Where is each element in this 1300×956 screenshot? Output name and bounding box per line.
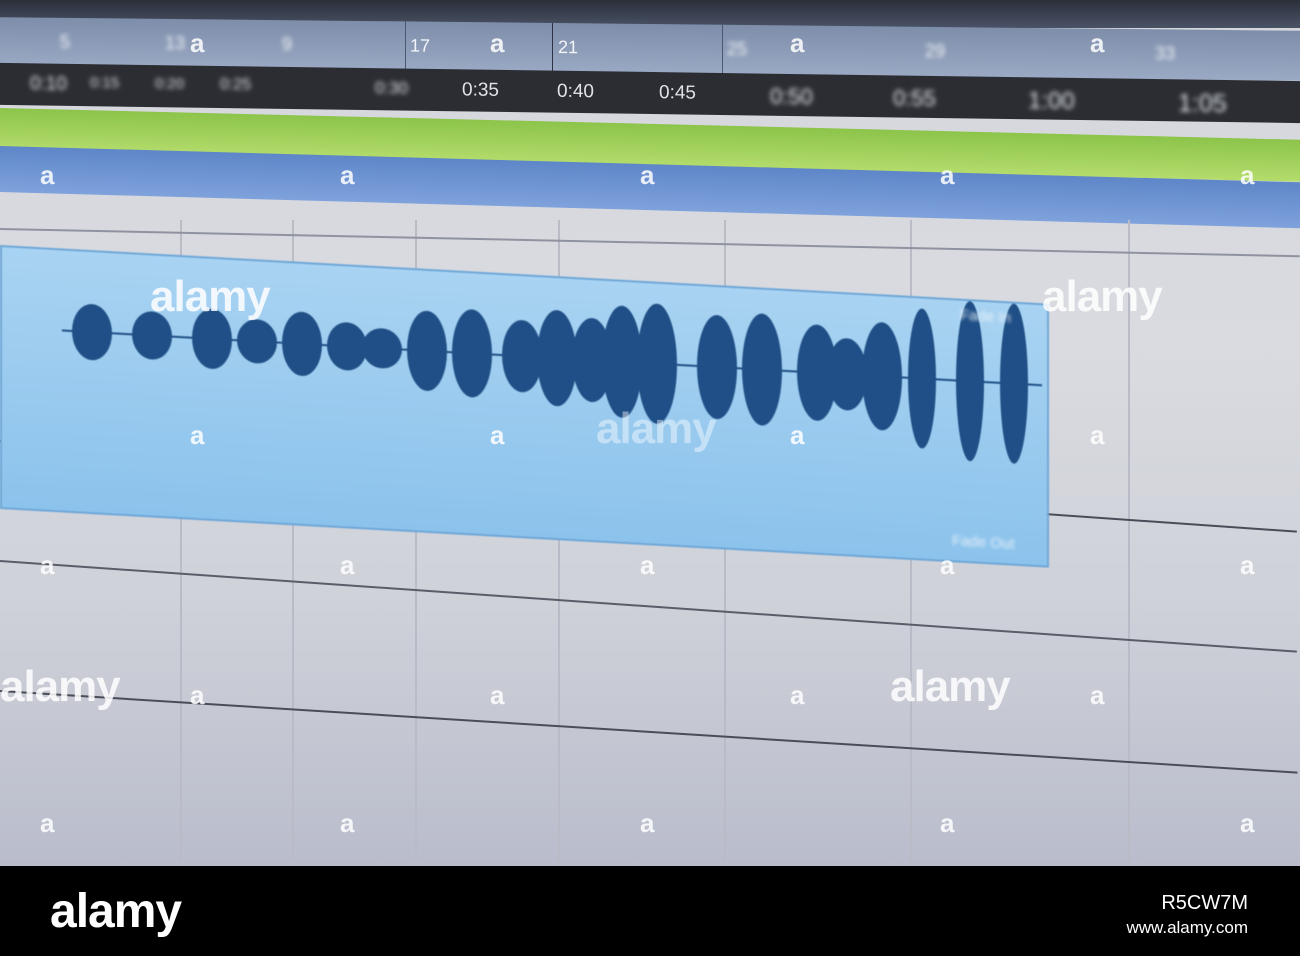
watermark-glyph: a [940,808,955,838]
stock-footer: alamy R5CW7M www.alamy.com [0,866,1300,956]
waveform-peak [1000,303,1028,464]
time-label: 1:05 [1178,89,1227,119]
waveform-peak [282,311,322,376]
time-label: 0:40 [557,80,594,103]
waveform-peak [862,322,902,431]
watermark: alamy [1042,272,1163,321]
footer-url: www.alamy.com [1126,918,1248,937]
watermark-glyph: a [1240,550,1255,580]
watermark: alamy [890,662,1011,711]
time-label: 0:25 [220,75,252,94]
waveform-peak [452,309,492,398]
daw-arrange-window: 5 13 9 17 21 25 29 33 0:10 0:15 0:20 0:2… [0,0,1300,866]
watermark: alamy [0,662,121,711]
watermark-glyph: a [940,160,955,190]
waveform-peak [602,305,642,418]
bar-number: 13 [165,32,186,54]
watermark-glyph: a [340,808,355,838]
bar-number: 21 [558,37,579,58]
watermark-glyph: a [1240,808,1255,838]
bar-number: 17 [410,35,431,56]
watermark-glyph: a [340,550,355,580]
waveform-peak [407,310,447,391]
watermark-glyph: a [490,420,505,450]
bar-number: 29 [925,40,946,62]
waveform-peak [537,310,577,407]
bar-number: 5 [60,31,71,52]
watermark: alamy [150,272,271,321]
watermark-glyph: a [490,680,505,710]
image-id: R5CW7M [1161,892,1248,914]
watermark-glyph: a [340,160,355,190]
bar-number: 25 [727,38,748,60]
bar-number: 33 [1155,43,1176,64]
time-label: 0:55 [893,85,936,111]
watermark-glyph: a [1090,28,1105,58]
watermark-glyph: a [790,28,805,58]
watermark: alamy [596,404,717,453]
waveform-peak [72,304,112,361]
watermark-glyph: a [640,808,655,838]
waveform-peak [502,320,542,393]
watermark-glyph: a [1090,680,1105,710]
watermark-glyph: a [790,420,805,450]
time-label: 0:30 [375,78,409,98]
time-label: 0:10 [30,73,67,95]
watermark-glyph: a [190,28,205,58]
time-label: 0:20 [155,75,185,93]
watermark-glyph: a [40,550,55,580]
waveform-peak [362,328,402,369]
bar-number: 9 [282,34,293,55]
watermark-glyph: a [790,680,805,710]
watermark-glyph: a [1240,160,1255,190]
time-label: 0:15 [90,74,120,92]
footer-logo: alamy [50,885,182,938]
waveform-peak [327,322,367,371]
track-divider [0,228,1300,258]
waveform-peak [908,308,936,449]
waveform-peak [742,313,782,426]
watermark-glyph: a [190,420,205,450]
watermark-glyph: a [490,28,505,58]
time-label: 1:00 [1028,87,1075,115]
watermark-glyph: a [40,160,55,190]
watermark-glyph: a [190,680,205,710]
watermark-glyph: a [40,808,55,838]
time-label: 0:50 [770,83,813,110]
watermark-glyph: a [640,160,655,190]
watermark-glyph: a [640,550,655,580]
time-label: 0:45 [659,82,696,104]
waveform-peak [237,319,277,364]
time-label: 0:35 [462,79,499,101]
watermark-glyph: a [940,550,955,580]
watermark-glyph: a [1090,420,1105,450]
fade-out-label[interactable]: Fade Out [952,532,1015,552]
fade-in-label[interactable]: Fade In [960,307,1011,327]
